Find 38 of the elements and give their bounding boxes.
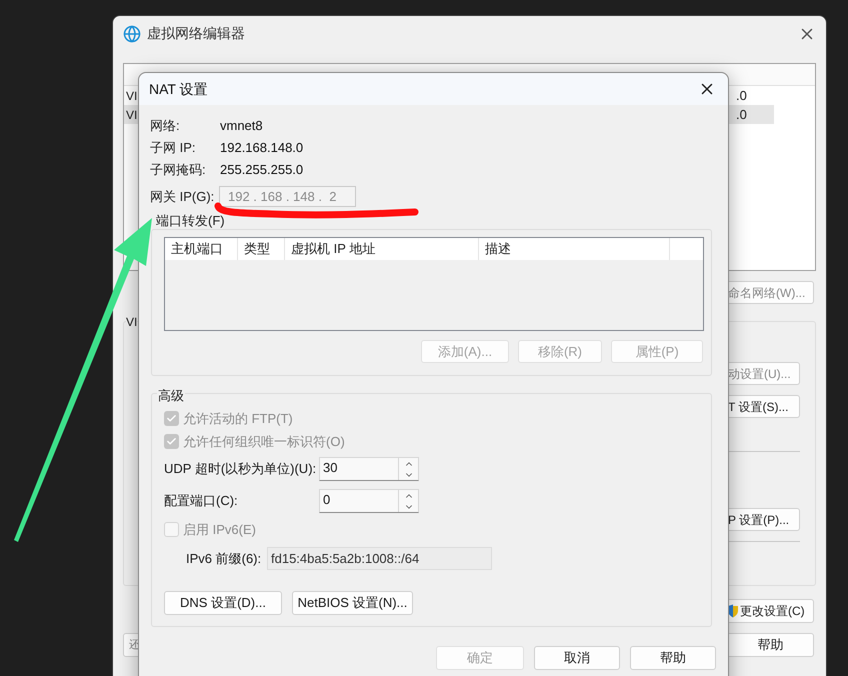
option-label: IPv6 前缀(6):	[186, 550, 262, 568]
window-title: 虚拟网络编辑器	[147, 24, 245, 43]
info-value: 255.255.255.0	[220, 161, 304, 180]
option-label: 配置端口(C):	[164, 492, 239, 510]
dialog-button[interactable]: NetBIOS 设置(N)...	[292, 591, 413, 615]
globe-icon	[123, 24, 141, 42]
subnet-address: .0	[736, 106, 748, 124]
gateway-label: 网关 IP(G):	[150, 188, 216, 206]
option-label: UDP 超时(以秒为单位)(U):	[164, 460, 318, 478]
check-icon	[166, 436, 177, 447]
settings-button[interactable]: P 设置(P)...	[728, 508, 800, 531]
column-header[interactable]: 主机端口	[165, 238, 238, 260]
spinner-field[interactable]: 30	[319, 457, 419, 481]
group-label: 端口转发(F)	[156, 213, 226, 229]
change-settings-button[interactable]: 更改设置(C)	[728, 599, 814, 623]
dialog-button[interactable]: 取消	[534, 646, 620, 670]
dialog-button[interactable]: 帮助	[630, 646, 716, 670]
info-value: vmnet8	[220, 117, 264, 136]
group-label: 高级	[157, 388, 185, 404]
dialog-title: NAT 设置	[149, 80, 208, 98]
dialog-button[interactable]: DNS 设置(D)...	[164, 591, 282, 615]
info-value: 192.168.148.0	[220, 139, 304, 158]
column-header[interactable]: 描述	[479, 238, 670, 260]
checkbox-label: 允许任何组织唯一标识符(O)	[183, 432, 345, 451]
column-header[interactable]: 类型	[238, 238, 285, 260]
settings-button[interactable]: T 设置(S)...	[728, 395, 800, 418]
checkbox-label: 启用 IPv6(E)	[183, 520, 256, 539]
info-label: 子网 IP:	[150, 139, 197, 158]
help-button[interactable]: 帮助	[728, 633, 814, 657]
shield-icon	[728, 604, 738, 618]
info-label: 子网掩码:	[150, 161, 207, 180]
settings-button[interactable]: 动设置(U)...	[728, 362, 800, 385]
checkbox-label: 允许活动的 FTP(T)	[183, 410, 293, 428]
column-header[interactable]: 虚拟机 IP 地址	[285, 238, 479, 260]
info-label: 网络:	[150, 117, 181, 136]
network-name: VI	[126, 106, 138, 124]
spinner-field[interactable]: 0	[319, 489, 419, 513]
check-icon	[166, 413, 177, 424]
